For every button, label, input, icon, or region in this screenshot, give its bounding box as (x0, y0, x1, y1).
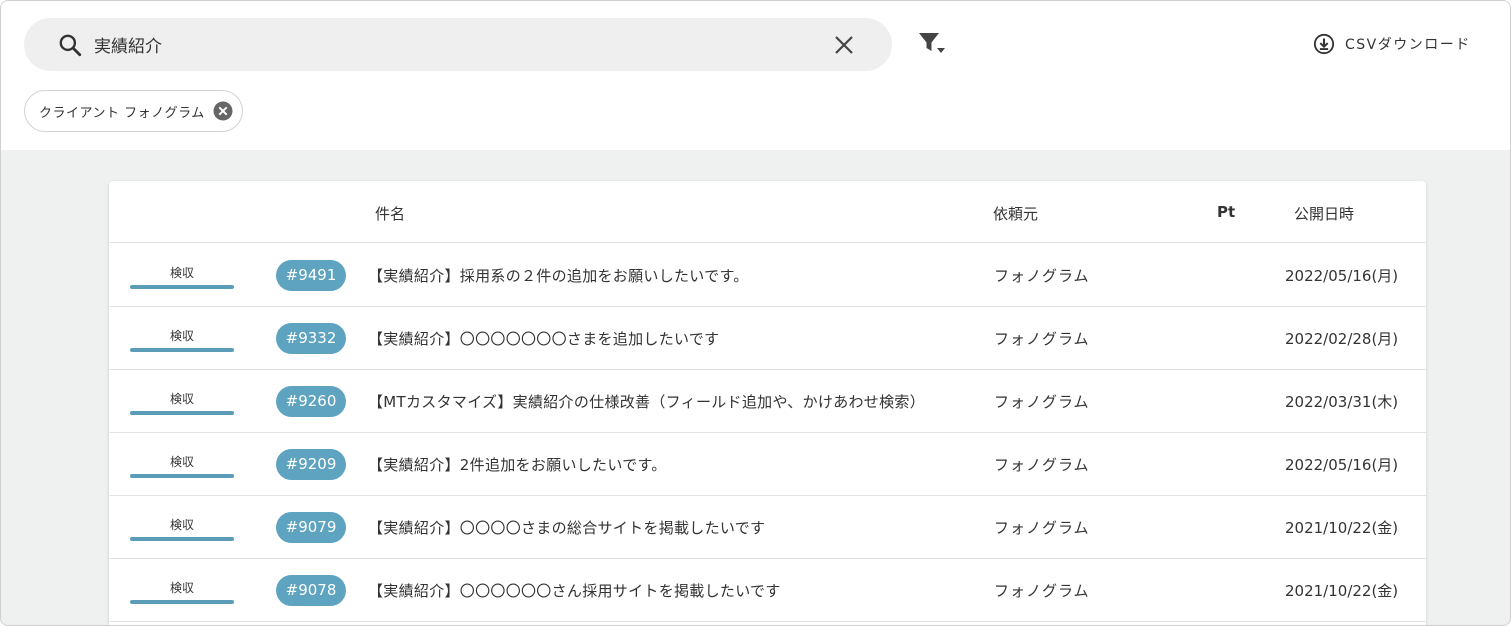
ticket-id-badge[interactable]: #9079 (276, 512, 346, 543)
table-header: 件名 依頼元 Pt 公開日時 (109, 181, 1426, 243)
status-bar (130, 285, 234, 289)
ticket-id-badge[interactable]: #9209 (276, 449, 346, 480)
row-date: 2021/10/22(金) (1285, 519, 1399, 537)
row-title[interactable]: 【MTカスタマイズ】実績紹介の仕様改善（フィールド追加や、かけあわせ検索） (368, 391, 925, 412)
row-date: 2021/10/22(金) (1285, 582, 1399, 600)
status-label: 検収 (169, 266, 194, 280)
row-title[interactable]: 【実績紹介】〇〇〇〇〇〇〇さまを追加したいです (368, 328, 719, 349)
row-date: 2022/02/28(月) (1285, 330, 1399, 348)
status-bar (130, 474, 234, 478)
row-title[interactable]: 【実績紹介】〇〇〇〇さまの総合サイトを掲載したいです (368, 517, 765, 538)
toolbar: CSVダウンロード クライアント フォノグラム (1, 1, 1510, 150)
csv-download-label: CSVダウンロード (1345, 37, 1471, 53)
row-client: フォノグラム (994, 456, 1090, 474)
status-label: 検収 (169, 455, 194, 469)
status-label: 検収 (169, 329, 194, 343)
row-client: フォノグラム (994, 393, 1090, 411)
row-date: 2022/05/16(月) (1285, 456, 1399, 474)
status-bar (130, 411, 234, 415)
close-icon[interactable] (832, 33, 856, 57)
column-header-name[interactable]: 件名 (375, 203, 405, 224)
row-date: 2022/03/31(木) (1285, 393, 1399, 411)
status-label: 検収 (169, 518, 194, 532)
status-label: 検収 (169, 392, 194, 406)
table-row[interactable]: 検収 #9332 【実績紹介】〇〇〇〇〇〇〇さまを追加したいです フォノグラム … (109, 307, 1426, 370)
results-table: 件名 依頼元 Pt 公開日時 検収 #9491 【実績紹介】採用系の２件の追加を… (109, 181, 1426, 625)
ticket-id-badge[interactable]: #9078 (276, 575, 346, 606)
filter-icon[interactable] (918, 32, 946, 56)
cancel-circle-icon[interactable] (213, 101, 233, 121)
search-input[interactable] (94, 26, 814, 63)
row-date: 2022/05/16(月) (1285, 267, 1399, 285)
row-title[interactable]: 【実績紹介】採用系の２件の追加をお願いしたいです。 (368, 265, 749, 286)
ticket-id-badge[interactable]: #9260 (276, 386, 346, 417)
filter-chip-client[interactable]: クライアント フォノグラム (24, 90, 243, 132)
search-icon (59, 34, 82, 57)
column-header-pt[interactable]: Pt (1217, 203, 1235, 221)
search-bar (24, 18, 892, 71)
ticket-id-badge[interactable]: #9332 (276, 323, 346, 354)
table-row[interactable]: 検収 #9079 【実績紹介】〇〇〇〇さまの総合サイトを掲載したいです フォノグ… (109, 496, 1426, 559)
table-row[interactable]: 検収 #9209 【実績紹介】2件追加をお願いしたいです。 フォノグラム 202… (109, 433, 1426, 496)
row-title[interactable]: 【実績紹介】2件追加をお願いしたいです。 (368, 454, 667, 475)
table-row[interactable]: 検収 #9078 【実績紹介】〇〇〇〇〇〇さん採用サイトを掲載したいです フォノ… (109, 559, 1426, 622)
app-frame: CSVダウンロード クライアント フォノグラム 件名 依頼元 Pt 公開日時 検… (0, 0, 1511, 626)
status-bar (130, 348, 234, 352)
table-row[interactable]: 検収 #9491 【実績紹介】採用系の２件の追加をお願いしたいです。 フォノグラ… (109, 244, 1426, 307)
csv-download-button[interactable]: CSVダウンロード (1313, 32, 1471, 56)
status-label: 検収 (169, 581, 194, 595)
status-bar (130, 537, 234, 541)
column-header-client[interactable]: 依頼元 (993, 203, 1038, 224)
column-header-date[interactable]: 公開日時 (1294, 203, 1354, 224)
table-row[interactable]: 検収 #9260 【MTカスタマイズ】実績紹介の仕様改善（フィールド追加や、かけ… (109, 370, 1426, 433)
row-client: フォノグラム (994, 519, 1090, 537)
status-bar (130, 600, 234, 604)
row-title[interactable]: 【実績紹介】〇〇〇〇〇〇さん採用サイトを掲載したいです (368, 580, 781, 601)
ticket-id-badge[interactable]: #9491 (276, 260, 346, 291)
row-client: フォノグラム (994, 267, 1090, 285)
row-client: フォノグラム (994, 582, 1090, 600)
row-client: フォノグラム (994, 330, 1090, 348)
download-circle-icon (1313, 33, 1335, 55)
filter-chip-label: クライアント フォノグラム (39, 105, 205, 121)
